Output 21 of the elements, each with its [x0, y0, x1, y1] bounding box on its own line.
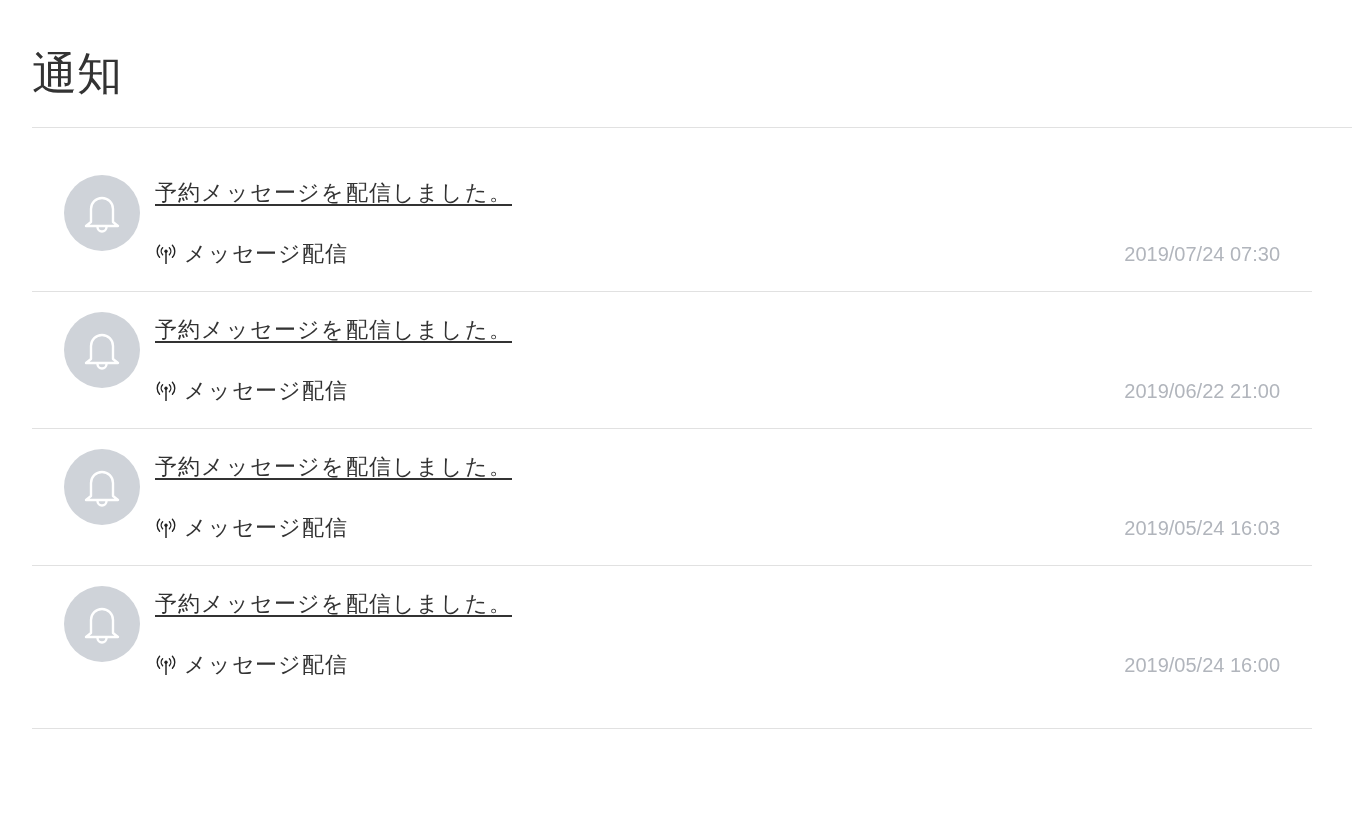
- antenna-icon: [155, 654, 177, 676]
- page-title: 通知: [32, 47, 123, 101]
- bell-icon: [64, 449, 140, 525]
- bell-icon: [64, 312, 140, 388]
- timestamp: 2019/07/24 07:30: [1124, 242, 1280, 267]
- timestamp: 2019/05/24 16:00: [1124, 653, 1280, 678]
- category-label: メッセージ配信: [184, 377, 348, 405]
- antenna-icon: [155, 517, 177, 539]
- antenna-icon: [155, 380, 177, 402]
- timestamp: 2019/05/24 16:03: [1124, 516, 1280, 541]
- bell-icon: [64, 586, 140, 662]
- notification-link[interactable]: 予約メッセージを配信しました。: [155, 452, 512, 482]
- notification-link[interactable]: 予約メッセージを配信しました。: [155, 589, 512, 619]
- bell-icon: [64, 175, 140, 251]
- notification-link[interactable]: 予約メッセージを配信しました。: [155, 315, 512, 345]
- timestamp: 2019/06/22 21:00: [1124, 379, 1280, 404]
- category-label: メッセージ配信: [184, 514, 348, 542]
- antenna-icon: [155, 243, 177, 265]
- category-label: メッセージ配信: [184, 240, 348, 268]
- category-label: メッセージ配信: [184, 651, 348, 679]
- notification-link[interactable]: 予約メッセージを配信しました。: [155, 178, 512, 208]
